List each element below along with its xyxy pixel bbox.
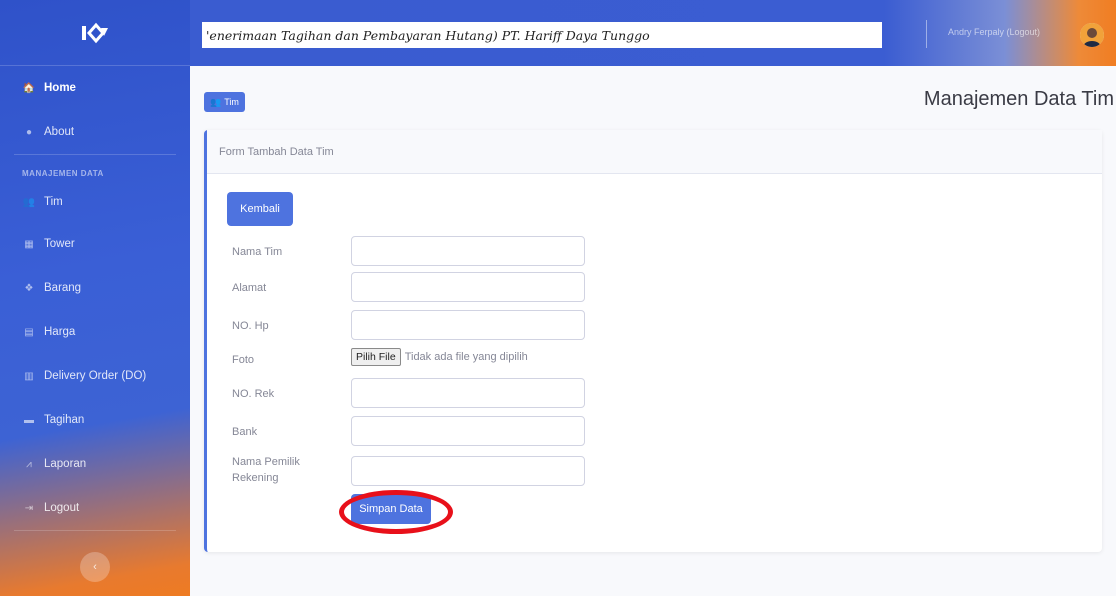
label-no-rek: NO. Rek: [232, 388, 275, 400]
home-icon: 🏠: [22, 82, 36, 94]
label-line-2: Rekening: [232, 472, 279, 484]
foto-file-input: Pilih File Tidak ada file yang dipilih: [351, 348, 528, 366]
sidebar-item-label: Laporan: [44, 458, 87, 470]
topbar-divider: [926, 20, 927, 48]
sidebar-item-home[interactable]: 🏠 Home: [0, 66, 190, 110]
file-status: Tidak ada file yang dipilih: [404, 351, 528, 363]
tim-badge: 👥 Tim: [204, 92, 245, 112]
table-icon: ▦: [24, 238, 34, 250]
sidebar-item-label: Tower: [44, 238, 75, 250]
receipt-icon: ▤: [24, 326, 34, 338]
users-icon: 👥: [210, 96, 222, 107]
sidebar: 🏠 Home ● About MANAJEMEN DATA 👥 Tim ▦ To…: [0, 0, 190, 596]
sidebar-item-tim[interactable]: 👥 Tim: [0, 182, 190, 222]
label-nama-pemilik-rekening: Nama Pemilik Rekening: [232, 454, 300, 486]
label-line-1: Nama Pemilik: [232, 456, 300, 468]
back-button[interactable]: Kembali: [227, 192, 293, 226]
info-icon: ●: [25, 126, 33, 138]
no-rek-input[interactable]: [351, 378, 585, 408]
label-foto: Foto: [232, 354, 255, 366]
nama-tim-input[interactable]: [351, 236, 585, 266]
sidebar-item-logout[interactable]: ⇥ Logout: [0, 486, 190, 530]
user-name-link[interactable]: Andry Ferpaly (Logout): [948, 27, 1040, 37]
sidebar-item-label: Harga: [44, 326, 76, 338]
choose-file-button[interactable]: Pilih File: [351, 348, 401, 366]
page-title: Manajemen Data Tim: [923, 88, 1114, 110]
sidebar-item-tagihan[interactable]: ▬ Tagihan: [0, 398, 190, 442]
sidebar-item-label: Barang: [44, 282, 82, 294]
sidebar-item-tower[interactable]: ▦ Tower: [0, 222, 190, 266]
sidebar-item-barang[interactable]: ❖ Barang: [0, 266, 190, 310]
nama-pemilik-rekening-input[interactable]: [351, 456, 585, 486]
avatar[interactable]: [1080, 23, 1104, 47]
sidebar-item-laporan[interactable]: ⩘ Laporan: [0, 442, 190, 486]
brand-logo-icon: [80, 22, 110, 44]
brand[interactable]: [0, 0, 190, 66]
app-title-banner: 'enerimaan Tagihan dan Pembayaran Hutang…: [202, 22, 882, 48]
form-card: Form Tambah Data Tim Kembali Nama Tim Al…: [204, 130, 1102, 552]
label-no-hp: NO. Hp: [232, 320, 269, 332]
sidebar-item-label: Home: [44, 82, 76, 94]
bank-input[interactable]: [351, 416, 585, 446]
chevron-left-icon: ‹: [93, 561, 97, 573]
sidebar-toggle-button[interactable]: ‹: [80, 552, 110, 582]
folder-icon: ▬: [24, 414, 34, 426]
sidebar-item-label: Delivery Order (DO): [44, 370, 147, 382]
label-alamat: Alamat: [232, 282, 267, 294]
no-hp-input[interactable]: [351, 310, 585, 340]
card-header: Form Tambah Data Tim: [207, 130, 1102, 174]
sidebar-item-label: Tim: [44, 196, 63, 208]
main-content: 👥 Tim Manajemen Data Tim Form Tambah Dat…: [190, 66, 1116, 596]
save-button[interactable]: Simpan Data: [351, 494, 431, 524]
label-bank: Bank: [232, 426, 258, 438]
boxes-icon: ❖: [24, 282, 34, 294]
sidebar-item-harga[interactable]: ▤ Harga: [0, 310, 190, 354]
sidebar-item-label: Logout: [44, 502, 80, 514]
alamat-input[interactable]: [351, 272, 585, 302]
sidebar-item-label: Tagihan: [44, 414, 85, 426]
label-nama-tim: Nama Tim: [232, 246, 283, 258]
tim-badge-label: Tim: [224, 97, 239, 107]
logout-icon: ⇥: [24, 502, 34, 514]
sidebar-item-about[interactable]: ● About: [0, 110, 190, 154]
calendar-icon: ▥: [24, 370, 34, 382]
sidebar-heading: MANAJEMEN DATA: [22, 169, 104, 178]
sidebar-item-delivery-order[interactable]: ▥ Delivery Order (DO): [0, 354, 190, 398]
chart-icon: ⩘: [26, 458, 32, 470]
sidebar-divider: [14, 530, 176, 531]
sidebar-item-label: About: [44, 126, 75, 138]
user-avatar-icon: [1080, 23, 1104, 47]
users-icon: 👥: [22, 196, 36, 208]
topbar: 'enerimaan Tagihan dan Pembayaran Hutang…: [190, 0, 1116, 66]
